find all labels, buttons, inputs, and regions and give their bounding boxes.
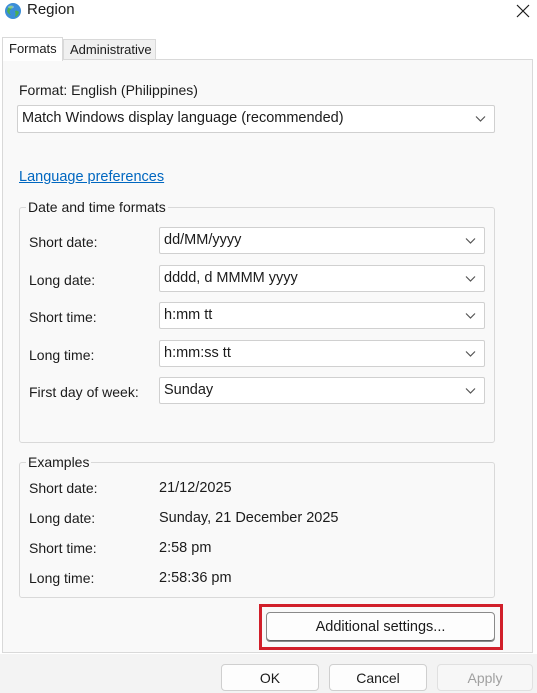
examples-title: Examples	[26, 454, 92, 470]
format-dropdown-value: Match Windows display language (recommen…	[22, 110, 344, 126]
example-long-date-value: Sunday, 21 December 2025	[159, 510, 339, 526]
short-time-value: h:mm tt	[164, 307, 213, 323]
cancel-button[interactable]: Cancel	[329, 664, 427, 691]
tab-administrative[interactable]: Administrative	[63, 39, 156, 60]
first-day-label: First day of week:	[29, 384, 139, 400]
close-icon	[516, 4, 529, 18]
date-time-formats-title: Date and time formats	[26, 199, 168, 215]
globe-icon	[5, 3, 21, 19]
ok-button[interactable]: OK	[221, 664, 319, 691]
long-time-label: Long time:	[29, 347, 95, 363]
example-short-date-value: 21/12/2025	[159, 480, 232, 496]
close-button[interactable]	[508, 0, 537, 22]
tab-strip: Formats Administrative	[0, 37, 537, 61]
chevron-down-icon	[465, 388, 476, 394]
example-long-time-label: Long time:	[29, 570, 95, 586]
example-short-time-value: 2:58 pm	[159, 540, 212, 556]
chevron-down-icon	[465, 313, 476, 319]
long-date-label: Long date:	[29, 272, 96, 288]
chevron-down-icon	[475, 116, 486, 122]
language-preferences-link[interactable]: Language preferences	[19, 169, 164, 185]
short-date-label: Short date:	[29, 234, 98, 250]
example-short-time-label: Short time:	[29, 540, 97, 556]
short-time-dropdown[interactable]: h:mm tt	[159, 302, 485, 329]
short-time-label: Short time:	[29, 309, 97, 325]
first-day-dropdown[interactable]: Sunday	[159, 377, 485, 404]
example-long-time-value: 2:58:36 pm	[159, 570, 232, 586]
chevron-down-icon	[465, 276, 476, 282]
title-bar: Region	[0, 0, 537, 34]
chevron-down-icon	[465, 238, 476, 244]
long-date-dropdown[interactable]: dddd, d MMMM yyyy	[159, 265, 485, 292]
formats-panel: Format: English (Philippines) Match Wind…	[2, 59, 533, 653]
chevron-down-icon	[465, 351, 476, 357]
apply-button[interactable]: Apply	[437, 664, 533, 691]
short-date-dropdown[interactable]: dd/MM/yyyy	[159, 227, 485, 254]
window-title: Region	[27, 1, 75, 18]
format-dropdown[interactable]: Match Windows display language (recommen…	[17, 105, 495, 133]
first-day-value: Sunday	[164, 382, 214, 398]
example-short-date-label: Short date:	[29, 480, 98, 496]
long-time-dropdown[interactable]: h:mm:ss tt	[159, 340, 485, 367]
format-label: Format: English (Philippines)	[19, 82, 198, 98]
additional-settings-button[interactable]: Additional settings...	[266, 612, 495, 642]
long-time-value: h:mm:ss tt	[164, 345, 231, 361]
short-date-value: dd/MM/yyyy	[164, 232, 242, 248]
tab-formats[interactable]: Formats	[2, 37, 63, 61]
example-long-date-label: Long date:	[29, 510, 96, 526]
long-date-value: dddd, d MMMM yyyy	[164, 270, 298, 286]
